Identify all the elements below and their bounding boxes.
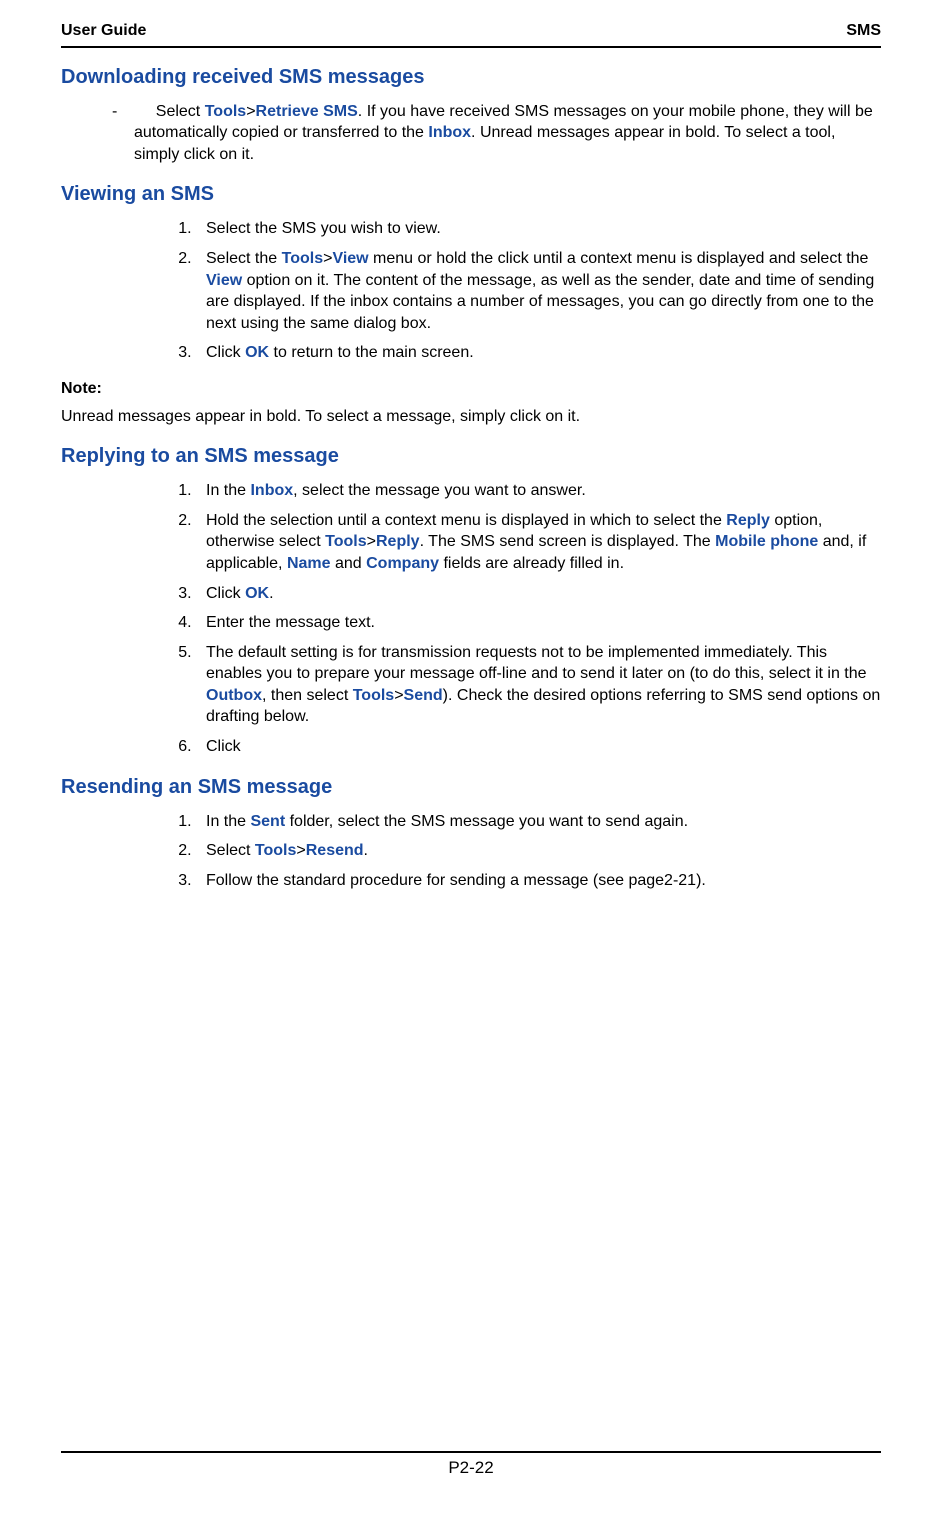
- button-ok: OK: [245, 344, 269, 361]
- reply-step-6: Click: [196, 736, 881, 758]
- menu-tools: Tools: [205, 103, 246, 120]
- download-list: Select Tools>Retrieve SMS. If you have r…: [61, 101, 881, 166]
- page-header: User Guide SMS: [61, 20, 881, 42]
- label-inbox: Inbox: [428, 124, 471, 141]
- note-text: Unread messages appear in bold. To selec…: [61, 406, 881, 428]
- reply-steps: In the Inbox, select the message you wan…: [61, 480, 881, 758]
- resend-step-1: In the Sent folder, select the SMS messa…: [196, 811, 881, 833]
- section-title-download: Downloading received SMS messages: [61, 64, 881, 91]
- field-name: Name: [287, 555, 331, 572]
- section-title-view: Viewing an SMS: [61, 181, 881, 208]
- menu-tools: Tools: [255, 842, 296, 859]
- label-inbox: Inbox: [250, 482, 293, 499]
- menu-reply: Reply: [376, 533, 420, 550]
- view-step-1: Select the SMS you wish to view.: [196, 218, 881, 240]
- menu-tools: Tools: [325, 533, 366, 550]
- reply-step-2: Hold the selection until a context menu …: [196, 510, 881, 575]
- reply-step-5: The default setting is for transmission …: [196, 642, 881, 728]
- section-title-reply: Replying to an SMS message: [61, 443, 881, 470]
- page-number: P2-22: [61, 1457, 881, 1480]
- footer-rule: [61, 1451, 881, 1453]
- menu-tools: Tools: [353, 687, 394, 704]
- menu-view: View: [332, 250, 368, 267]
- view-step-3: Click OK to return to the main screen.: [196, 342, 881, 364]
- header-rule: [61, 46, 881, 48]
- resend-step-3: Follow the standard procedure for sendin…: [196, 870, 881, 892]
- menu-resend: Resend: [306, 842, 364, 859]
- button-ok: OK: [245, 585, 269, 602]
- download-item: Select Tools>Retrieve SMS. If you have r…: [134, 101, 881, 166]
- note-label: Note:: [61, 378, 881, 400]
- menu-reply: Reply: [726, 512, 770, 529]
- label-outbox: Outbox: [206, 687, 262, 704]
- field-mobile-phone: Mobile phone: [715, 533, 818, 550]
- header-left: User Guide: [61, 20, 146, 42]
- folder-sent: Sent: [250, 813, 285, 830]
- view-steps: Select the SMS you wish to view. Select …: [61, 218, 881, 364]
- menu-tools: Tools: [282, 250, 323, 267]
- menu-retrieve-sms: Retrieve SMS: [256, 103, 358, 120]
- resend-step-2: Select Tools>Resend.: [196, 840, 881, 862]
- reply-step-1: In the Inbox, select the message you wan…: [196, 480, 881, 502]
- resend-steps: In the Sent folder, select the SMS messa…: [61, 811, 881, 892]
- menu-send: Send: [404, 687, 443, 704]
- reply-step-4: Enter the message text.: [196, 612, 881, 634]
- reply-step-3: Click OK.: [196, 583, 881, 605]
- header-right: SMS: [846, 20, 881, 42]
- field-company: Company: [366, 555, 439, 572]
- view-step-2: Select the Tools>View menu or hold the c…: [196, 248, 881, 334]
- label-view: View: [206, 272, 242, 289]
- section-title-resend: Resending an SMS message: [61, 774, 881, 801]
